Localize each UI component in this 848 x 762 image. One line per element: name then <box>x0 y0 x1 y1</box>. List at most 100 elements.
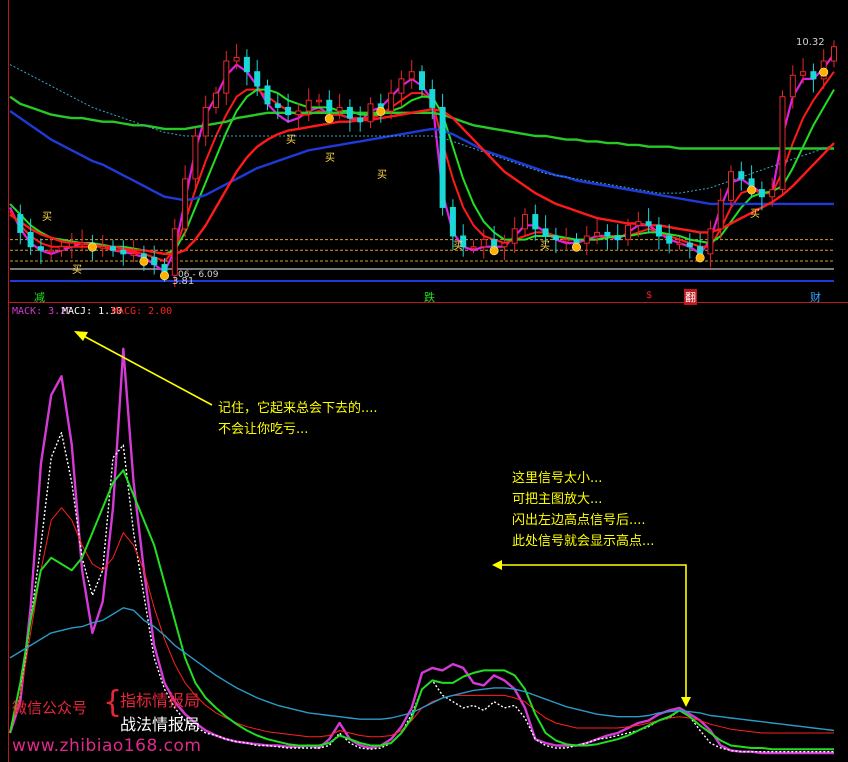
candle-body <box>295 110 302 116</box>
annotation-right-line: 闪出左边高点信号后.... <box>512 513 646 528</box>
candle-body <box>480 239 487 248</box>
buy-label: 买 <box>750 209 760 220</box>
annotation-right-line: 可把主图放大... <box>512 492 603 507</box>
signal-marker <box>489 246 499 256</box>
candle-body <box>552 235 559 241</box>
candle-body <box>563 239 570 242</box>
candle-body <box>79 242 86 246</box>
signal-marker <box>571 242 581 252</box>
annotation-right-line: 这里信号太小... <box>512 471 603 486</box>
candle-body <box>717 199 724 230</box>
candle-body <box>408 71 415 80</box>
watermark-label: 微信公众号 <box>12 699 88 717</box>
event-label-die[interactable]: 跌 <box>424 289 435 305</box>
candle-body <box>182 178 189 230</box>
candle-body <box>573 239 580 244</box>
price-range-label: 06 - 6.09 <box>178 270 219 280</box>
candle-body <box>68 242 75 248</box>
candle-body <box>738 171 745 180</box>
candle-body <box>728 171 734 201</box>
annotation-right: 这里信号太小... 可把主图放大... 闪出左边高点信号后.... 此处信号就会… <box>512 468 654 552</box>
candle-body <box>511 228 518 244</box>
candle-body <box>243 56 250 73</box>
candle-body <box>223 60 230 94</box>
watermark-url[interactable]: www.zhibiao168.com <box>12 736 201 756</box>
candle-body <box>233 56 240 62</box>
candle-body <box>666 235 673 244</box>
candle-body <box>769 189 776 198</box>
legend-macg: MACG: 2.00 <box>112 306 173 317</box>
candle-body <box>58 246 65 251</box>
buy-label: 买 <box>377 170 387 181</box>
candle-body <box>326 99 333 112</box>
candle-body <box>264 85 271 105</box>
candle-body <box>645 221 652 226</box>
candle-body <box>99 246 106 249</box>
candle-body <box>810 71 817 80</box>
candle-body <box>192 135 199 180</box>
candle-body <box>635 221 642 226</box>
signal-marker <box>747 185 757 195</box>
signal-marker <box>695 253 705 263</box>
candle-body <box>542 228 549 237</box>
candle-body <box>37 246 44 251</box>
event-label-cai[interactable]: 财 <box>810 289 821 305</box>
buy-label: 买 <box>540 241 550 252</box>
candle-body <box>594 231 601 237</box>
annotation-top-line: 不会让你吃亏... <box>218 422 309 437</box>
candle-body <box>254 71 261 87</box>
candle-body <box>48 249 55 253</box>
candle-body <box>27 231 34 248</box>
candle-body <box>274 103 281 108</box>
candle-body <box>583 235 590 244</box>
candle-body <box>151 256 158 266</box>
candle-body <box>367 103 374 123</box>
candle-body <box>470 246 477 249</box>
candle-body <box>614 235 621 241</box>
candle-body <box>831 46 837 62</box>
candle-body <box>398 78 405 94</box>
candle-body <box>213 92 219 108</box>
candle-body <box>522 214 528 230</box>
candle-body <box>686 242 693 248</box>
candle-body <box>758 189 765 198</box>
candle-body <box>429 89 436 108</box>
candle-body <box>604 231 611 237</box>
candle-body <box>130 253 137 256</box>
candle-body <box>655 224 662 237</box>
chart-stage <box>0 0 848 762</box>
candle-body <box>388 92 395 112</box>
watermark-line1: 指标情报局 <box>120 691 201 710</box>
buy-label: 买 <box>325 153 335 164</box>
candle-body <box>140 253 147 258</box>
candle-body <box>491 239 498 248</box>
annotation-right-line: 此处信号就会显示高点... <box>512 534 655 549</box>
candle-body <box>779 96 786 191</box>
candle-body <box>17 214 24 233</box>
candle-body <box>707 228 714 255</box>
candle-body <box>202 106 209 137</box>
buy-label: 买 <box>72 265 82 276</box>
chart-background <box>0 0 848 762</box>
candle-body <box>789 74 796 98</box>
candle-body <box>625 224 631 241</box>
buy-label: 买 <box>42 212 52 223</box>
candle-body <box>285 106 292 116</box>
candle-body <box>419 71 425 91</box>
signal-marker <box>160 271 170 281</box>
candle-body <box>305 99 312 112</box>
watermark-line2: 战法情报局 <box>120 715 201 734</box>
candle-body <box>800 71 807 76</box>
event-label-fan[interactable]: 翻 <box>684 289 697 305</box>
candle-body <box>110 246 116 251</box>
annotation-top-line: 记住，它起来总会下去的.... <box>218 401 378 416</box>
candle-body <box>532 214 539 230</box>
buy-label: 买 <box>453 241 463 252</box>
event-label-jian[interactable]: 减 <box>34 289 45 305</box>
candle-body <box>449 206 456 237</box>
signal-marker <box>87 242 97 252</box>
event-label-dollar[interactable]: $ <box>646 290 652 301</box>
signal-marker <box>819 67 829 77</box>
buy-label: 买 <box>286 135 296 146</box>
candle-body <box>316 99 322 103</box>
